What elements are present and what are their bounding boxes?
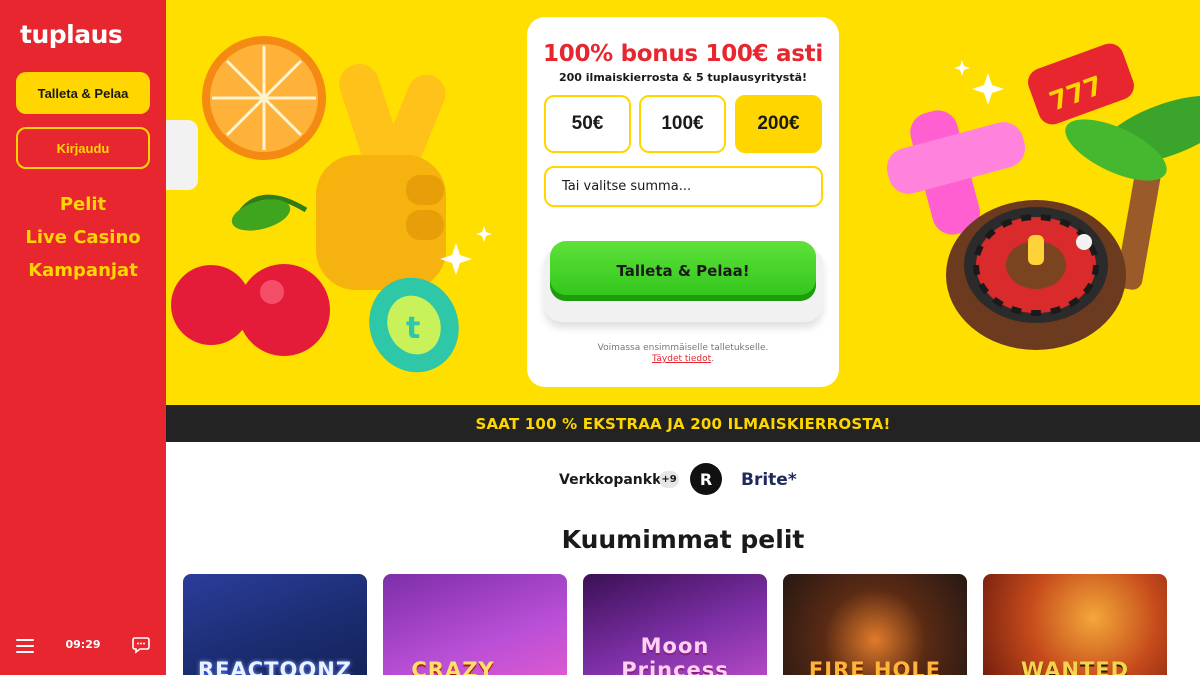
dice-icon: [166, 120, 198, 190]
orange-slice-icon: [202, 36, 326, 160]
sparkle-icon: [476, 226, 492, 242]
bonus-title: 100% bonus 100€ asti: [543, 41, 823, 67]
roulette-wheel-icon: [946, 200, 1126, 350]
amount-200-button[interactable]: 200€: [735, 95, 822, 153]
sidebar-item-live-casino[interactable]: Live Casino: [0, 221, 166, 254]
sparkle-icon: [972, 73, 1004, 105]
tuplaus-logo[interactable]: tuplaus: [20, 20, 123, 49]
sidebar-item-campaigns[interactable]: Kampanjat: [0, 254, 166, 287]
custom-amount-input[interactable]: [544, 166, 823, 207]
sidebar-item-games[interactable]: Pelit: [0, 188, 166, 221]
brite-logo: Brite*: [741, 470, 797, 490]
game-tile-wanted[interactable]: WANTED: [983, 574, 1167, 675]
sidebar-nav: Pelit Live Casino Kampanjat: [0, 188, 166, 287]
deposit-play-button[interactable]: Talleta & Pelaa: [16, 72, 150, 114]
chat-icon[interactable]: [132, 636, 150, 654]
login-button[interactable]: Kirjaudu: [16, 127, 150, 169]
amount-100-button[interactable]: 100€: [639, 95, 726, 153]
game-title: FIRE HOLE: [808, 658, 942, 675]
full-terms-link[interactable]: Täydet tiedot: [652, 354, 711, 364]
terms-note: Voimassa ensimmäiselle talletukselle.: [597, 343, 769, 353]
hero-section: t 777 100% bonus 100€ asti 200 ilmaiskie…: [166, 0, 1200, 405]
bonus-subtitle: 200 ilmaiskierrosta & 5 tuplausyritystä!: [558, 71, 808, 84]
amount-50-button[interactable]: 50€: [544, 95, 631, 153]
svg-text:t: t: [406, 311, 420, 346]
game-title: WANTED: [1020, 658, 1130, 675]
more-payment-methods-badge: +9: [659, 471, 679, 488]
game-tile-fire-in-the-hole[interactable]: FIRE HOLE: [783, 574, 967, 675]
game-tile-reactoonz[interactable]: REACTOONZ: [183, 574, 367, 675]
game-title: REACTOONZ: [197, 658, 352, 675]
revolut-icon: R: [690, 463, 722, 495]
cherries-icon: [171, 194, 330, 356]
peace-hand-icon: [316, 63, 446, 290]
bonus-card: 100% bonus 100€ asti 200 ilmaiskierrosta…: [527, 17, 839, 387]
clock: 09:29: [65, 638, 101, 651]
promo-banner: SAAT 100 % EKSTRAA JA 200 ILMAISKIERROST…: [166, 405, 1200, 442]
hamburger-icon[interactable]: [16, 639, 34, 653]
deposit-play-cta-button[interactable]: Talleta & Pelaa!: [550, 241, 816, 301]
hottest-games-title: Kuumimmat pelit: [561, 525, 805, 554]
slot-machine-icon: 777: [1028, 43, 1134, 125]
terms-text: Voimassa ensimmäiselle talletukselle. Tä…: [527, 343, 839, 365]
payment-methods: Verkkopankki +9 R Brite*: [166, 462, 1200, 498]
sidebar: tuplaus Talleta & Pelaa Kirjaudu Pelit L…: [0, 0, 166, 675]
sidebar-footer: 09:29: [0, 635, 166, 659]
game-tile-crazy-time[interactable]: CRAZY: [383, 574, 567, 675]
game-title: CRAZY: [411, 658, 495, 675]
terms-suffix: .: [711, 354, 715, 364]
promo-banner-text: SAAT 100 % EKSTRAA JA 200 ILMAISKIERROST…: [475, 414, 891, 433]
game-title: Moon Princess: [621, 634, 729, 675]
online-bank-label: Verkkopankki: [559, 472, 667, 488]
game-tile-moon-princess[interactable]: Moon Princess: [583, 574, 767, 675]
sparkle-icon: [954, 60, 970, 76]
